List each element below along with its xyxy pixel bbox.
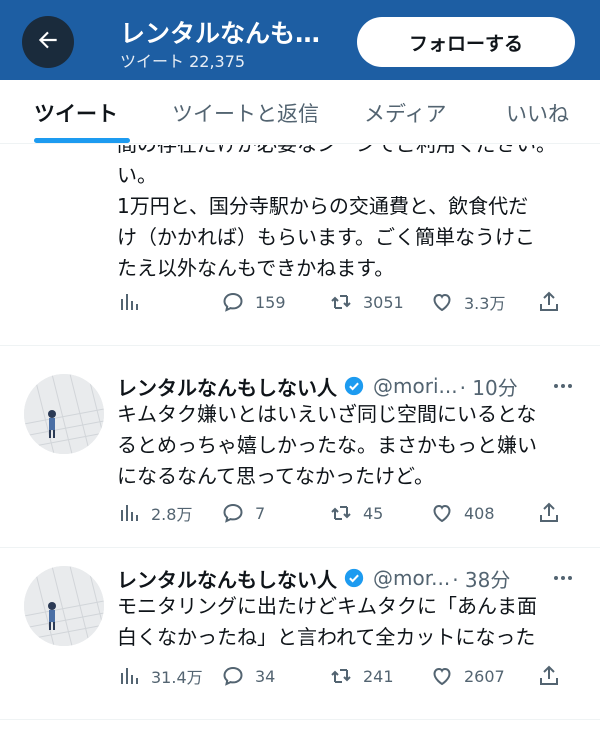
reply-button[interactable]: 34 bbox=[221, 661, 275, 691]
speech-bubble-icon bbox=[221, 501, 255, 525]
follow-button[interactable]: フォローする bbox=[357, 17, 575, 67]
tab-tweets-and-replies[interactable]: ツイートと返信 bbox=[172, 98, 319, 128]
back-button[interactable] bbox=[22, 16, 74, 68]
retweet-button[interactable]: 45 bbox=[329, 498, 383, 528]
heart-icon bbox=[430, 664, 464, 688]
tweet-line: 白くなかったね」と言われて全カットになった bbox=[117, 625, 536, 649]
tweet-feed[interactable]: 間の存在だけが必要なシーンでご利用ください。 い。 1万円と、国分寺駅からの交通… bbox=[0, 145, 600, 738]
share-button[interactable] bbox=[537, 498, 571, 528]
tweet-line: モニタリングに出たけどキムタクに「あんま面 bbox=[117, 594, 537, 618]
more-dots-icon[interactable] bbox=[548, 563, 578, 593]
profile-title: レンタルなんも… bbox=[120, 19, 321, 48]
tweet-actions: 31.4万 34 241 2607 bbox=[117, 661, 567, 691]
tweet-text-partial: 間の存在だけが必要なシーンでご利用ください。 bbox=[117, 145, 556, 160]
tweet-line: キムタク嫌いとはいえいざ同じ空間にいるとな bbox=[117, 402, 537, 426]
reply-button[interactable]: 7 bbox=[221, 498, 265, 528]
tweet-text: キムタク嫌いとはいえいざ同じ空間にいるとな るとめっちゃ嬉しかったな。まさかもっ… bbox=[117, 399, 587, 492]
retweet-button[interactable]: 241 bbox=[329, 661, 394, 691]
bar-chart-icon bbox=[117, 501, 151, 525]
tweet-actions: 159 3051 3.3万 bbox=[117, 287, 567, 317]
heart-icon bbox=[430, 290, 464, 314]
heart-icon bbox=[430, 501, 464, 525]
tweet-divider bbox=[0, 547, 600, 548]
like-count: 3.3万 bbox=[464, 294, 506, 313]
retweet-count: 3051 bbox=[363, 292, 404, 312]
display-name[interactable]: レンタルなんもしない人 bbox=[117, 372, 337, 401]
tweet-text: モニタリングに出たけどキムタクに「あんま面 白くなかったね」と言われて全カットに… bbox=[117, 591, 587, 653]
tab-tweets[interactable]: ツイート bbox=[34, 98, 118, 128]
share-upload-icon bbox=[537, 290, 571, 314]
like-button[interactable]: 408 bbox=[430, 498, 495, 528]
tab-likes[interactable]: いいね bbox=[506, 98, 569, 128]
retweet-button[interactable]: 3051 bbox=[329, 287, 404, 317]
tweet-line: い。 bbox=[117, 163, 157, 187]
tab-media[interactable]: メディア bbox=[364, 98, 447, 128]
views-button[interactable]: 2.8万 bbox=[117, 498, 192, 528]
handle[interactable]: @mori... bbox=[373, 374, 458, 398]
tweet-line: るとめっちゃ嬉しかったな。まさかもっと嫌い bbox=[117, 433, 537, 457]
reply-count: 34 bbox=[255, 666, 276, 686]
tweet-line: になるなんて思ってなかったけど。 bbox=[117, 464, 434, 488]
avatar[interactable] bbox=[24, 566, 104, 646]
retweet-count: 241 bbox=[363, 666, 394, 686]
reply-count: 159 bbox=[255, 292, 286, 312]
tweet-header: レンタルなんもしない人 @mori... · 10分 bbox=[117, 371, 518, 401]
tweet-text: い。 1万円と、国分寺駅からの交通費と、飲食代だ け（かかれば）もらいます。ごく… bbox=[117, 160, 587, 284]
views-button[interactable]: 31.4万 bbox=[117, 661, 203, 691]
profile-header: レンタルなんも… ツイート 22,375 フォローする bbox=[0, 0, 600, 80]
retweet-count: 45 bbox=[363, 503, 384, 523]
handle[interactable]: @mor... bbox=[373, 566, 450, 590]
bar-chart-icon bbox=[117, 664, 151, 688]
like-count: 2607 bbox=[464, 666, 505, 686]
tweet-actions: 2.8万 7 45 408 bbox=[117, 498, 567, 528]
speech-bubble-icon bbox=[221, 290, 255, 314]
retweet-arrows-icon bbox=[329, 290, 363, 314]
arrow-left-icon bbox=[35, 27, 61, 57]
reply-count: 7 bbox=[255, 503, 266, 523]
reply-button[interactable]: 159 bbox=[221, 287, 286, 317]
tweet-count: ツイート 22,375 bbox=[120, 52, 246, 71]
retweet-arrows-icon bbox=[329, 501, 363, 525]
share-button[interactable] bbox=[537, 287, 571, 317]
views-button[interactable] bbox=[117, 287, 151, 317]
tweet-line: たえ以外なんもできかねます。 bbox=[117, 256, 395, 280]
tweet-divider bbox=[0, 719, 600, 720]
timestamp[interactable]: · 10分 bbox=[460, 372, 518, 401]
like-count: 408 bbox=[464, 503, 495, 523]
retweet-arrows-icon bbox=[329, 664, 363, 688]
tweet-header: レンタルなんもしない人 @mor... · 38分 bbox=[117, 563, 510, 593]
bar-chart-icon bbox=[117, 290, 151, 314]
tweet-line: 1万円と、国分寺駅からの交通費と、飲食代だ bbox=[117, 194, 529, 218]
active-tab-indicator bbox=[34, 138, 130, 143]
speech-bubble-icon bbox=[221, 664, 255, 688]
views-count: 2.8万 bbox=[151, 505, 193, 524]
verified-badge-icon bbox=[343, 567, 365, 589]
timestamp[interactable]: · 38分 bbox=[452, 564, 510, 593]
views-count: 31.4万 bbox=[151, 668, 203, 687]
more-dots-icon[interactable] bbox=[548, 371, 578, 401]
share-upload-icon bbox=[537, 501, 571, 525]
tweet-line: け（かかれば）もらいます。ごく簡単なうけこ bbox=[117, 225, 535, 249]
profile-tabs: ツイート ツイートと返信 メディア いいね bbox=[0, 80, 600, 144]
tweet-divider bbox=[0, 345, 600, 346]
display-name[interactable]: レンタルなんもしない人 bbox=[117, 564, 337, 593]
like-button[interactable]: 3.3万 bbox=[430, 287, 505, 317]
avatar[interactable] bbox=[24, 374, 104, 454]
like-button[interactable]: 2607 bbox=[430, 661, 505, 691]
share-button[interactable] bbox=[537, 661, 571, 691]
verified-badge-icon bbox=[343, 375, 365, 397]
share-upload-icon bbox=[537, 664, 571, 688]
